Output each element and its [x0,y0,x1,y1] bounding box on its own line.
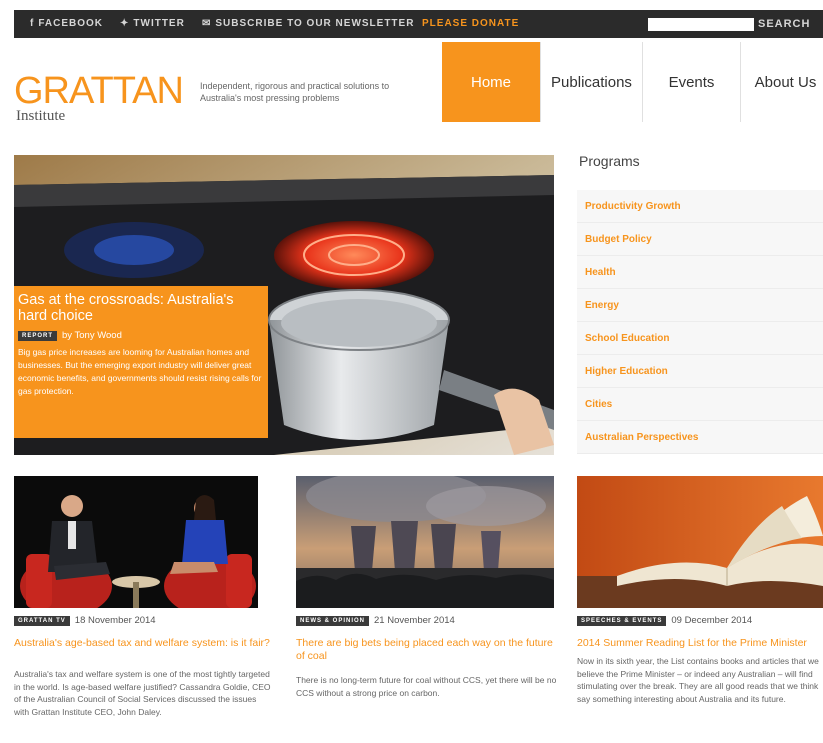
article-meta: NEWS & OPINION 21 November 2014 [296,615,455,626]
interview-photo [14,476,258,608]
open-book-photo [577,476,823,608]
article-meta: SPEECHES & EVENTS 09 December 2014 [577,615,752,626]
article-title[interactable]: Australia's age-based tax and welfare sy… [14,637,276,650]
article-description: Now in its sixth year, the List contains… [577,656,819,704]
article-image-speeches[interactable] [577,476,823,608]
program-productivity-growth[interactable]: Productivity Growth [577,190,823,223]
article-meta: GRATTAN TV 18 November 2014 [14,615,156,626]
article-description: There is no long-term future for coal wi… [296,675,557,698]
article-description: Australia's tax and welfare system is on… [14,669,271,717]
article-tag[interactable]: NEWS & OPINION [296,615,370,626]
program-health[interactable]: Health [577,256,823,289]
donate-link[interactable]: PLEASE DONATE [422,18,519,29]
nav-events[interactable]: Events [642,42,740,122]
article-image-grattan-tv[interactable] [14,476,258,608]
twitter-icon: ✦ [120,18,130,29]
envelope-icon: ✉ [202,18,212,29]
program-higher-education[interactable]: Higher Education [577,355,823,388]
hero-byline[interactable]: by Tony Wood [62,330,122,341]
nav-home[interactable]: Home [442,42,540,122]
logo[interactable]: GRATTAN [14,70,184,113]
power-station-photo [296,476,554,608]
hero-caption[interactable]: Gas at the crossroads: Australia's hard … [14,286,268,438]
article-title[interactable]: 2014 Summer Reading List for the Prime M… [577,637,823,650]
program-australian-perspectives[interactable]: Australian Perspectives [577,421,823,454]
program-budget-policy[interactable]: Budget Policy [577,223,823,256]
facebook-icon: f [30,18,35,29]
tagline: Independent, rigorous and practical solu… [200,81,390,103]
logo-subtitle: Institute [16,108,66,124]
nav-publications[interactable]: Publications [540,42,642,122]
facebook-link[interactable]: f FACEBOOK [30,18,103,29]
article-date: 18 November 2014 [74,615,156,626]
search-input[interactable] [648,18,754,31]
program-school-education[interactable]: School Education [577,322,823,355]
programs-heading: Programs [579,153,640,169]
article-date: 21 November 2014 [374,615,455,626]
article-date: 09 December 2014 [671,615,753,626]
search-button[interactable]: SEARCH [758,18,810,30]
top-bar: f FACEBOOK ✦ TWITTER ✉ SUBSCRIBE TO OUR NEW… [14,10,823,38]
nav-about-us[interactable]: About Us [740,42,823,122]
twitter-link[interactable]: ✦ TWITTER [120,18,185,29]
program-cities[interactable]: Cities [577,388,823,421]
newsletter-link[interactable]: ✉ SUBSCRIBE TO OUR NEWSLETTER [202,18,414,29]
hero-description: Big gas price increases are looming for … [18,347,262,396]
report-tag: REPORT [18,330,58,341]
hero-title[interactable]: Gas at the crossroads: Australia's hard … [18,292,264,324]
article-tag[interactable]: GRATTAN TV [14,615,70,626]
program-energy[interactable]: Energy [577,289,823,322]
article-tag[interactable]: SPEECHES & EVENTS [577,615,667,626]
hero-meta: REPORT by Tony Wood [18,330,264,341]
article-image-news[interactable] [296,476,554,608]
article-title[interactable]: There are big bets being placed each way… [296,637,558,663]
programs-list: Productivity Growth Budget Policy Health… [577,190,823,454]
